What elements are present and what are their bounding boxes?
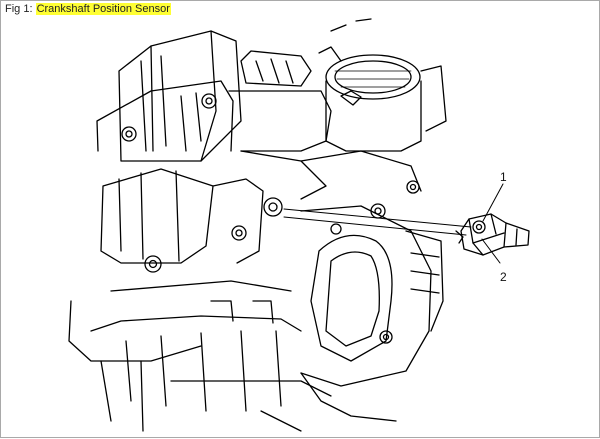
callout-2: 2 bbox=[500, 270, 507, 284]
lower-block bbox=[90, 300, 397, 432]
callout-1: 1 bbox=[500, 170, 507, 184]
mid-block bbox=[68, 150, 422, 362]
bolt-bosses bbox=[121, 93, 420, 344]
crankshaft-position-sensor bbox=[455, 213, 530, 256]
sensor-pointer-lines bbox=[283, 208, 472, 236]
filler-neck bbox=[318, 18, 447, 152]
figure-frame: Fig 1: Crankshaft Position Sensor 1 2 bbox=[0, 0, 600, 438]
timing-cover bbox=[300, 205, 444, 387]
engine-line-drawing: 1 2 bbox=[68, 18, 530, 432]
